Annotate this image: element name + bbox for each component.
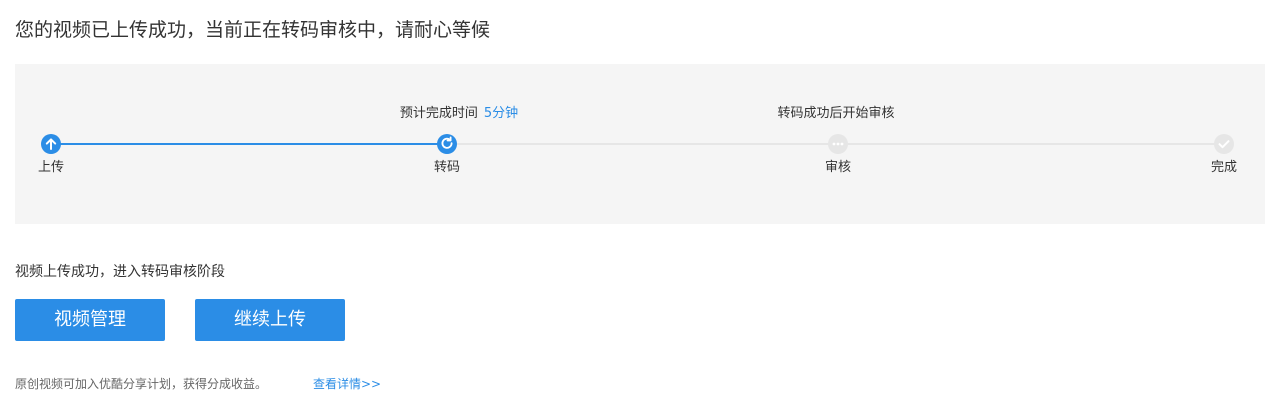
revenue-share-note: 原创视频可加入优酷分享计划，获得分成收益。 [15, 377, 268, 391]
step-upload-label: 上传 [37, 160, 64, 175]
refresh-icon [437, 134, 457, 154]
progress-track-fill [51, 143, 448, 145]
video-manage-button[interactable]: 视频管理 [15, 299, 165, 341]
step-review-label: 审核 [824, 160, 851, 175]
review-note: 转码成功后开始审核 [777, 106, 895, 121]
status-message: 视频上传成功，进入转码审核阶段 [15, 264, 225, 280]
transcode-estimate-note: 预计完成时间 5分钟 [400, 104, 518, 124]
step-complete: 完成 [1184, 134, 1264, 177]
step-review: 审核 [798, 134, 878, 177]
upload-result-page: 您的视频已上传成功，当前正在转码审核中，请耐心等候 预计完成时间 5分钟 转码成功… [0, 0, 1278, 407]
step-transcode-label: 转码 [433, 160, 460, 175]
transcode-estimate-label: 预计完成时间 [399, 106, 478, 121]
step-transcode: 转码 [407, 134, 487, 177]
checkmark-icon [1214, 134, 1234, 154]
progress-panel: 预计完成时间 5分钟 转码成功后开始审核 上传 转码 审核 完成 [15, 64, 1265, 224]
progress-track [51, 143, 1224, 145]
view-details-link[interactable]: 查看详情>> [313, 374, 381, 394]
ellipsis-icon [828, 134, 848, 154]
page-title: 您的视频已上传成功，当前正在转码审核中，请耐心等候 [15, 19, 491, 41]
step-upload: 上传 [11, 134, 91, 177]
step-complete-label: 完成 [1210, 160, 1237, 175]
arrow-up-icon [41, 134, 61, 154]
continue-upload-button[interactable]: 继续上传 [195, 299, 345, 341]
transcode-estimate-value: 5分钟 [483, 106, 519, 121]
